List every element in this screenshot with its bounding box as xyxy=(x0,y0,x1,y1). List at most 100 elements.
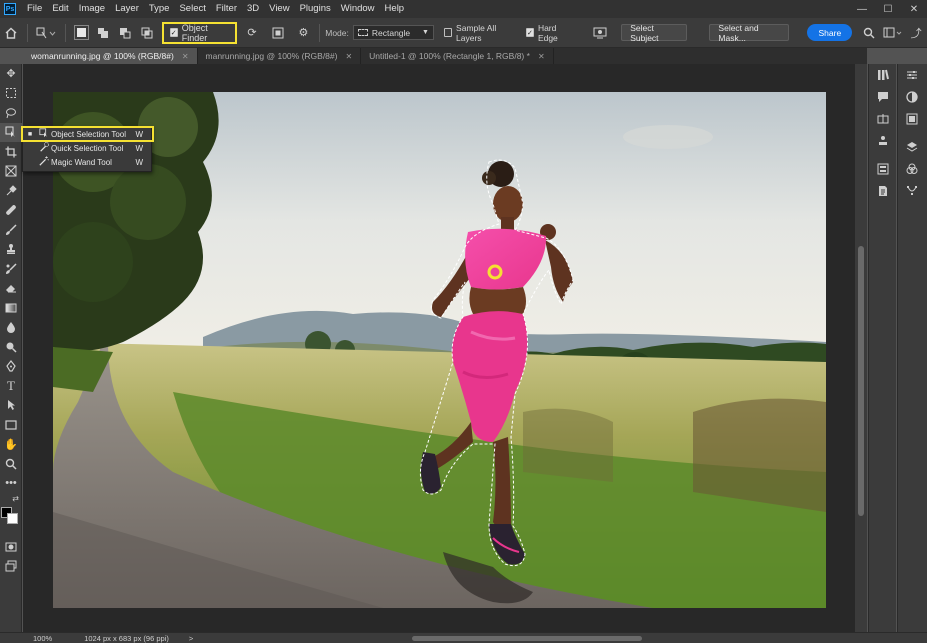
hand-tool-icon[interactable]: ✋ xyxy=(0,435,22,455)
swatches-icon[interactable] xyxy=(898,108,926,130)
mode-select[interactable]: Rectangle ▼ xyxy=(352,25,434,40)
move-tool-icon[interactable]: ✥ xyxy=(0,64,22,84)
vertical-scrollbar[interactable] xyxy=(855,64,867,632)
share-button[interactable]: Share xyxy=(807,24,853,41)
menu-image[interactable]: Image xyxy=(74,0,110,18)
eyedropper-tool-icon[interactable] xyxy=(0,181,22,201)
tab-manrunning[interactable]: manrunning.jpg @ 100% (RGB/8#) ✕ xyxy=(198,48,362,64)
minimize-icon[interactable]: — xyxy=(849,0,875,18)
paths-icon[interactable] xyxy=(898,180,926,202)
object-finder-toggle[interactable]: ✓ Object Finder xyxy=(161,21,238,44)
layers-icon[interactable] xyxy=(898,136,926,158)
menu-3d[interactable]: 3D xyxy=(242,0,264,18)
document-icon[interactable] xyxy=(869,180,897,202)
zoom-level[interactable]: 100% xyxy=(33,634,52,643)
flyout-item-label: Object Selection Tool xyxy=(51,129,127,139)
sample-all-layers-checkbox[interactable] xyxy=(443,28,453,37)
more-tools-icon[interactable]: ••• xyxy=(0,474,22,494)
add-to-selection-icon[interactable] xyxy=(94,23,112,43)
document-image-womanrunning[interactable] xyxy=(53,92,826,608)
marquee-tool-icon[interactable] xyxy=(0,84,22,104)
intersect-selection-icon[interactable] xyxy=(138,23,156,43)
healing-brush-tool-icon[interactable] xyxy=(0,201,22,221)
status-menu-arrow[interactable]: > xyxy=(189,634,193,643)
gradient-tool-icon[interactable] xyxy=(0,298,22,318)
horizontal-scrollbar-thumb[interactable] xyxy=(412,636,642,641)
tab-label: womanrunning.jpg @ 100% (RGB/8#) xyxy=(31,51,174,61)
blur-tool-icon[interactable] xyxy=(0,318,22,338)
object-selection-icon xyxy=(37,128,51,140)
photoshop-logo-icon[interactable]: Ps xyxy=(4,3,16,15)
flyout-item-object-selection[interactable]: ■ Object Selection Tool W xyxy=(21,126,154,142)
menu-filter[interactable]: Filter xyxy=(211,0,242,18)
pen-tool-icon[interactable] xyxy=(0,357,22,377)
brush-tool-icon[interactable] xyxy=(0,220,22,240)
close-tab-icon[interactable]: ✕ xyxy=(345,52,352,61)
color-icon[interactable] xyxy=(898,86,926,108)
window-controls: — ☐ ✕ xyxy=(849,0,927,18)
menu-file[interactable]: File xyxy=(22,0,47,18)
eraser-tool-icon[interactable] xyxy=(0,279,22,299)
chevron-down-icon: ▼ xyxy=(421,29,429,36)
flyout-item-magic-wand[interactable]: Magic Wand Tool W xyxy=(23,155,151,169)
maximize-icon[interactable]: ☐ xyxy=(875,0,901,18)
subtract-from-selection-icon[interactable] xyxy=(116,23,134,43)
rectangle-tool-icon[interactable] xyxy=(0,415,22,435)
select-subject-button[interactable]: Select Subject xyxy=(621,23,688,43)
menu-window[interactable]: Window xyxy=(336,0,380,18)
refresh-icon[interactable]: ⟳ xyxy=(243,23,261,43)
adjustments-icon[interactable] xyxy=(898,64,926,86)
close-icon[interactable]: ✕ xyxy=(901,0,927,18)
channels-icon[interactable] xyxy=(898,158,926,180)
menu-view[interactable]: View xyxy=(264,0,294,18)
menu-type[interactable]: Type xyxy=(144,0,175,18)
stamp-icon[interactable] xyxy=(869,130,897,152)
clone-stamp-tool-icon[interactable] xyxy=(0,240,22,260)
type-tool-icon[interactable]: T xyxy=(0,376,22,396)
learn-icon[interactable] xyxy=(869,108,897,130)
frame-tool-icon[interactable] xyxy=(0,162,22,182)
crop-tool-icon[interactable] xyxy=(0,142,22,162)
swap-colors-icon[interactable]: ⇄ xyxy=(0,493,22,503)
menu-help[interactable]: Help xyxy=(380,0,410,18)
object-selection-tool-icon[interactable] xyxy=(0,122,22,142)
dodge-tool-icon[interactable] xyxy=(0,337,22,357)
libraries-icon[interactable] xyxy=(869,64,897,86)
hard-edge-checkbox[interactable]: ✓ xyxy=(525,28,534,37)
tab-label: manrunning.jpg @ 100% (RGB/8#) xyxy=(205,51,338,61)
object-finder-checkbox[interactable]: ✓ xyxy=(169,28,178,37)
show-all-objects-icon[interactable] xyxy=(269,23,287,43)
menu-select[interactable]: Select xyxy=(174,0,210,18)
comments-icon[interactable] xyxy=(869,86,897,108)
screen-mode-icon[interactable] xyxy=(0,557,22,577)
select-and-mask-button[interactable]: Select and Mask... xyxy=(709,23,790,43)
scrollbar-thumb[interactable] xyxy=(858,246,864,516)
close-tab-icon[interactable]: ✕ xyxy=(538,52,545,61)
background-color-swatch[interactable] xyxy=(7,513,18,524)
select-subject-icon[interactable] xyxy=(591,23,609,43)
menu-edit[interactable]: Edit xyxy=(47,0,73,18)
history-brush-tool-icon[interactable] xyxy=(0,259,22,279)
zoom-tool-icon[interactable] xyxy=(0,454,22,474)
new-selection-icon[interactable] xyxy=(73,23,91,43)
gear-icon[interactable]: ⚙ xyxy=(295,23,313,43)
tab-untitled-1[interactable]: Untitled-1 @ 100% (Rectangle 1, RGB/8) *… xyxy=(361,48,554,64)
workspace-icon[interactable] xyxy=(882,23,903,43)
properties-icon[interactable] xyxy=(869,158,897,180)
close-tab-icon[interactable]: ✕ xyxy=(182,52,189,61)
tool-preset-icon[interactable] xyxy=(35,23,58,43)
tab-womanrunning[interactable]: womanrunning.jpg @ 100% (RGB/8#) ✕ xyxy=(23,48,198,64)
search-icon[interactable] xyxy=(860,23,878,43)
separator xyxy=(319,23,321,42)
color-swatches[interactable] xyxy=(0,503,22,533)
sample-all-layers-option[interactable]: Sample All Layers xyxy=(443,23,516,43)
home-icon[interactable] xyxy=(2,23,20,43)
hard-edge-option[interactable]: ✓ Hard Edge xyxy=(525,23,574,43)
flyout-item-quick-selection[interactable]: Quick Selection Tool W xyxy=(23,141,151,155)
menu-layer[interactable]: Layer xyxy=(110,0,144,18)
share-workspace-icon[interactable]: ⤴ xyxy=(907,23,925,43)
menu-plugins[interactable]: Plugins xyxy=(295,0,336,18)
lasso-tool-icon[interactable] xyxy=(0,103,22,123)
quick-mask-icon[interactable] xyxy=(0,537,22,557)
path-selection-tool-icon[interactable] xyxy=(0,396,22,416)
